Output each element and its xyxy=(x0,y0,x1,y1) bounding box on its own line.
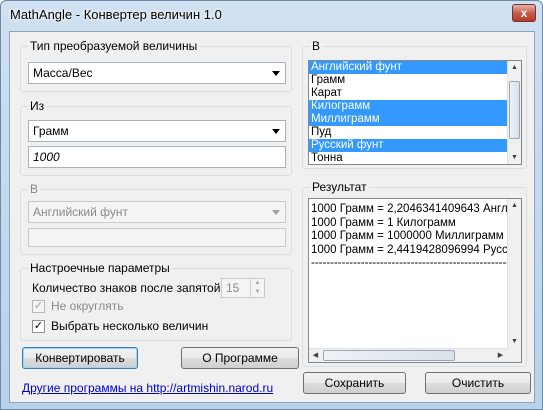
result-line: 1000 Грамм = 1000000 Миллиграмм xyxy=(311,230,504,242)
scroll-up-icon[interactable]: ▲ xyxy=(508,199,521,212)
to-single-group: В Английский фунт xyxy=(20,182,292,255)
list-item[interactable]: Карат xyxy=(309,87,521,100)
scroll-thumb[interactable] xyxy=(323,350,455,361)
from-value-input[interactable]: 1000 xyxy=(28,146,286,168)
to-single-value-input[interactable] xyxy=(28,228,286,247)
decimals-spinner[interactable]: 15 ▲ ▼ xyxy=(221,278,265,298)
to-multi-group: В Английский фунт Грамм Карат Килограмм Милл… xyxy=(302,39,527,169)
settings-label: Настроечные параметры xyxy=(28,261,172,275)
list-item[interactable]: Грамм xyxy=(309,74,521,87)
multi-select-checkbox-row[interactable]: ✓ Выбрать несколько величин xyxy=(32,318,252,334)
decimals-value: 15 xyxy=(226,281,240,295)
no-round-checkbox-row[interactable]: ✓ Не округлять xyxy=(32,298,232,314)
list-item[interactable]: Миллиграмм xyxy=(309,113,521,126)
list-item[interactable]: Английский фунт xyxy=(309,61,521,74)
scroll-down-icon[interactable]: ▼ xyxy=(508,335,521,348)
result-line: ----------------------------------------… xyxy=(311,257,521,269)
conversion-type-label: Тип преобразуемой величины xyxy=(28,39,200,53)
chevron-down-icon[interactable] xyxy=(272,71,280,76)
from-group: Из Грамм 1000 xyxy=(20,99,292,176)
to-single-unit-value: Английский фунт xyxy=(33,205,129,219)
multi-select-label: Выбрать несколько величин xyxy=(51,319,209,333)
result-label: Результат xyxy=(310,180,369,194)
chevron-down-icon[interactable] xyxy=(272,129,280,134)
decimals-label: Количество знаков после запятой: xyxy=(32,281,224,295)
spinner-buttons[interactable]: ▲ ▼ xyxy=(250,279,264,297)
spin-up-icon[interactable]: ▲ xyxy=(250,279,264,288)
chevron-down-icon[interactable] xyxy=(272,210,280,215)
vertical-scrollbar[interactable]: ▲ ▼ xyxy=(507,61,521,164)
to-unit-listbox[interactable]: Английский фунт Грамм Карат Килограмм Миллиг… xyxy=(308,60,522,165)
no-round-label: Не округлять xyxy=(51,299,124,313)
list-item[interactable]: Тонна xyxy=(309,152,521,164)
about-button[interactable]: О Программе xyxy=(181,347,299,369)
result-line: 1000 Грамм = 2,4419428096994 Русский xyxy=(311,243,522,256)
footer-link[interactable]: Другие программы на http://artmishin.nar… xyxy=(22,381,273,395)
unit-list-items: Английский фунт Грамм Карат Килограмм Миллиг… xyxy=(309,61,521,164)
conversion-type-group: Тип преобразуемой величины Масса/Вес xyxy=(20,39,292,92)
conversion-type-combo[interactable]: Масса/Вес xyxy=(28,62,286,84)
to-single-label: В xyxy=(28,182,41,196)
scroll-up-icon[interactable]: ▲ xyxy=(508,61,521,74)
from-unit-combo[interactable]: Грамм xyxy=(28,120,286,142)
result-vertical-scrollbar[interactable]: ▲ ▼ xyxy=(507,199,521,348)
from-label: Из xyxy=(28,99,47,113)
scroll-thumb[interactable] xyxy=(509,81,520,139)
settings-group: Настроечные параметры Количество знаков … xyxy=(20,261,292,341)
app-window: MathAngle - Конвертер величин 1.0 x Тип … xyxy=(0,0,543,410)
scroll-corner xyxy=(507,348,521,362)
to-multi-label: В xyxy=(310,39,323,53)
result-textarea[interactable]: 1000 Грамм = 2,2046341409643 Английс 1000… xyxy=(308,198,522,363)
save-button[interactable]: Сохранить xyxy=(303,372,406,394)
clear-button[interactable]: Очистить xyxy=(425,372,531,394)
from-unit-value: Грамм xyxy=(33,124,69,138)
list-item[interactable]: Русский фунт xyxy=(309,139,521,152)
scroll-left-icon[interactable]: ◀ xyxy=(309,349,322,362)
client-area: Тип преобразуемой величины Масса/Вес Из … xyxy=(9,31,535,403)
scroll-right-icon[interactable]: ▶ xyxy=(494,349,507,362)
title-bar[interactable]: MathAngle - Конвертер величин 1.0 x xyxy=(1,1,542,31)
close-button[interactable]: x xyxy=(512,4,536,22)
spin-down-icon[interactable]: ▼ xyxy=(250,288,264,297)
result-lines: 1000 Грамм = 2,2046341409643 Английс 1000… xyxy=(311,203,522,271)
scroll-down-icon[interactable]: ▼ xyxy=(508,151,521,164)
to-single-unit-combo[interactable]: Английский фунт xyxy=(28,201,286,223)
result-horizontal-scrollbar[interactable]: ◀ ▶ xyxy=(309,348,507,362)
result-line: 1000 Грамм = 1 Килограмм xyxy=(311,216,456,229)
no-round-checkbox[interactable]: ✓ xyxy=(32,300,45,313)
conversion-type-value: Масса/Вес xyxy=(33,66,93,80)
window-title: MathAngle - Конвертер величин 1.0 xyxy=(10,7,222,22)
result-group: Результат 1000 Грамм = 2,2046341409643 А… xyxy=(302,180,527,367)
multi-select-checkbox[interactable]: ✓ xyxy=(32,320,45,333)
result-line: 1000 Грамм = 2,2046341409643 Английс xyxy=(311,203,522,215)
list-item[interactable]: Пуд xyxy=(309,126,521,139)
convert-button[interactable]: Конвертировать xyxy=(22,347,138,369)
list-item[interactable]: Килограмм xyxy=(309,100,521,113)
